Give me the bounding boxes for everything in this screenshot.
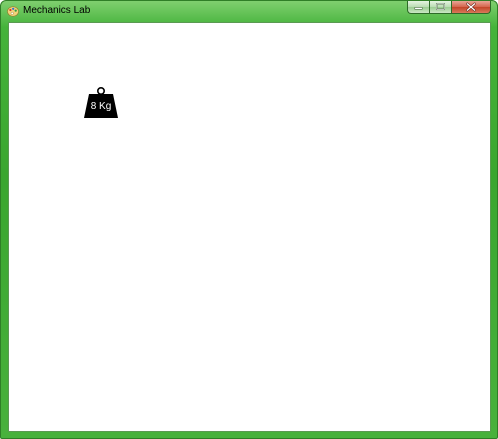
title-bar[interactable]: Mechanics Lab	[1, 1, 497, 21]
app-window: Mechanics Lab 8 Kg	[0, 0, 498, 439]
weight-object[interactable]: 8 Kg	[84, 86, 118, 119]
paint-palette-icon	[7, 6, 19, 17]
weight-label: 8 Kg	[90, 101, 112, 112]
window-title: Mechanics Lab	[23, 5, 91, 16]
maximize-button[interactable]	[429, 1, 451, 14]
drawing-canvas[interactable]: 8 Kg	[8, 22, 491, 432]
close-button[interactable]	[451, 1, 491, 14]
maximize-icon	[436, 3, 445, 11]
minimize-button[interactable]	[407, 1, 429, 14]
minimize-icon	[414, 7, 423, 10]
close-icon	[466, 2, 476, 12]
caption-buttons	[407, 1, 491, 14]
